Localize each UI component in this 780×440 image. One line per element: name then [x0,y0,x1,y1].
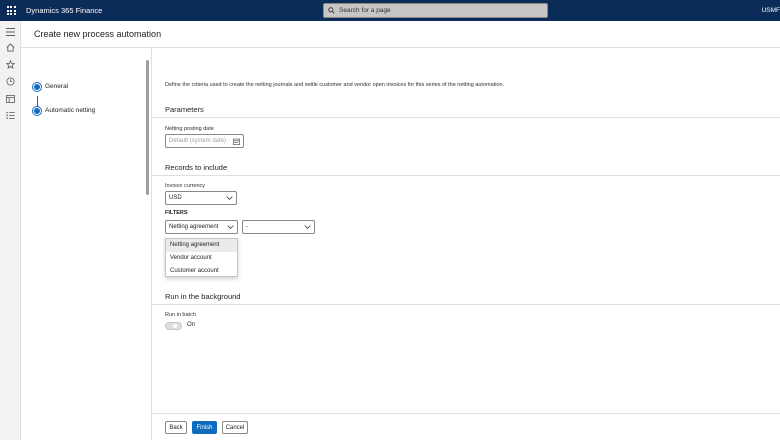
filters-label: FILTERS [165,210,188,216]
finish-button[interactable]: Finish [192,421,217,434]
records-divider [152,175,780,176]
company-picker[interactable]: USMF [762,0,780,21]
filter-value-select[interactable]: - [242,220,315,234]
filter-type-select[interactable]: Netting agreement [165,220,238,234]
chevron-down-icon [304,224,311,232]
workspaces-icon[interactable] [5,93,16,104]
modules-icon[interactable] [5,110,16,121]
parameters-divider [152,117,780,118]
step-general-indicator [33,83,41,91]
parameters-section-title: Parameters [165,105,204,114]
dropdown-option-customer-account[interactable]: Customer account [166,265,237,278]
back-button[interactable]: Back [165,421,187,434]
search-icon [328,7,335,14]
step-automatic-netting[interactable]: Automatic netting [45,107,95,114]
clock-icon[interactable] [5,76,16,87]
records-section-title: Records to include [165,163,228,172]
wizard-footer: Back Finish Cancel [151,413,780,440]
filter-type-dropdown: Netting agreement Vendor account Custome… [165,238,238,277]
star-icon[interactable] [5,59,16,70]
search-placeholder: Search for a page [339,7,391,14]
wizard-content: Define the criteria used to create the n… [151,48,780,413]
run-in-batch-label: Run in batch [165,312,196,318]
wizard-steps: General Automatic netting [21,48,151,440]
app-name[interactable]: Dynamics 365 Finance [26,6,102,15]
page-title: Create new process automation [34,29,162,39]
filter-type-value: Netting agreement [169,224,219,230]
search-box[interactable]: Search for a page [323,3,548,18]
dropdown-option-netting-agreement[interactable]: Netting agreement [166,239,237,252]
run-in-batch-state: On [187,322,196,328]
waffle-icon [6,6,16,15]
chevron-down-icon [227,224,234,232]
home-icon[interactable] [5,42,16,53]
background-divider [152,304,780,305]
posting-date-label: Netting posting date [165,126,214,132]
invoice-currency-value: USD [169,195,182,201]
calendar-icon[interactable] [233,138,240,147]
navigation-rail [0,21,21,440]
chevron-down-icon [226,195,233,203]
intro-text: Define the criteria used to create the n… [165,82,505,88]
top-bar: Dynamics 365 Finance Search for a page U… [0,0,780,21]
app-launcher-button[interactable] [0,0,22,21]
main-panel: Create new process automation General Au… [21,21,780,440]
posting-date-placeholder: Default (system date) [169,138,227,144]
step-automatic-netting-indicator [33,107,41,115]
cancel-button[interactable]: Cancel [222,421,248,434]
steps-scrollbar[interactable] [146,60,149,195]
invoice-currency-label: Invoice currency [165,183,206,189]
run-in-batch-toggle[interactable] [165,322,182,330]
invoice-currency-select[interactable]: USD [165,191,237,205]
toggle-knob [173,324,177,328]
posting-date-field[interactable]: Default (system date) [165,134,244,148]
step-general[interactable]: General [45,83,68,90]
background-section-title: Run in the background [165,292,241,301]
filter-value: - [246,224,248,230]
hamburger-icon[interactable] [5,26,16,37]
dropdown-option-vendor-account[interactable]: Vendor account [166,252,237,265]
